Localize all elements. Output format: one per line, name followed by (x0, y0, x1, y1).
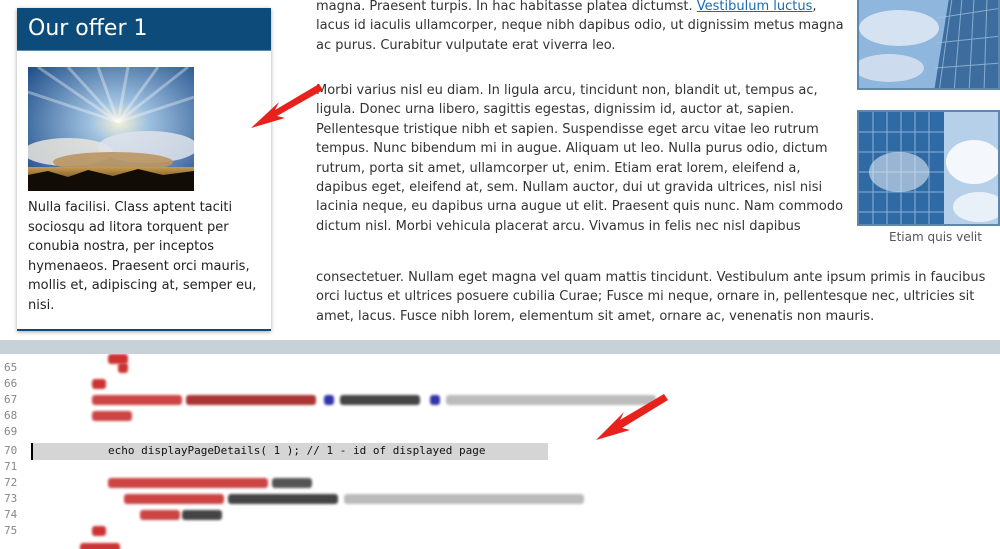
paragraph-2: Morbi varius nisl eu diam. In ligula arc… (316, 83, 844, 234)
code-line: 69 (0, 424, 1000, 440)
image-caption: Etiam quis velit (889, 230, 982, 244)
code-line: 66 (0, 376, 1000, 392)
building-image-top (857, 0, 1000, 90)
code-line: 73 (0, 491, 1000, 507)
line-number: 70 (4, 444, 18, 457)
line-number: 75 (4, 524, 18, 537)
line-number: 72 (4, 476, 18, 489)
code-editor: 65 66 67 68 69 70 echo displayPageDetail… (0, 354, 1000, 549)
paragraph-1: magna. Praesent turpis. In hac habitasse… (316, 0, 846, 55)
line-number: 71 (4, 460, 18, 473)
code-line: 72 (0, 475, 1000, 491)
line-number: 68 (4, 409, 18, 422)
code-line: 75 (0, 523, 1000, 539)
line-number: 65 (4, 361, 18, 374)
offer-image (28, 67, 194, 191)
code-line: 65 (0, 360, 1000, 376)
red-arrow-icon (596, 394, 668, 440)
code-line: 74 (0, 507, 1000, 523)
offer-text: Nulla facilisi. Class aptent taciti soci… (28, 200, 257, 313)
code-line: 71 (0, 459, 1000, 475)
paragraph-1-start: magna. Praesent turpis. In hac habitasse… (316, 0, 697, 14)
line-number: 69 (4, 425, 18, 438)
building-image-bottom (857, 110, 1000, 226)
offer-title: Our offer 1 (17, 8, 271, 51)
vestibulum-luctus-link[interactable]: Vestibulum luctus (697, 0, 813, 14)
code-line: 70 echo displayPageDetails( 1 ); // 1 - … (0, 443, 1000, 459)
code-echo-statement[interactable]: echo displayPageDetails( 1 ); // 1 - id … (108, 443, 486, 459)
red-arrow-icon (251, 84, 323, 128)
line-number: 73 (4, 492, 18, 505)
code-line: 68 (0, 408, 1000, 424)
code-line: 67 (0, 392, 1000, 408)
line-number: 67 (4, 393, 18, 406)
paragraph-3: consectetuer. Nullam eget magna vel quam… (316, 270, 986, 324)
website-preview: Our offer 1 Nulla facilisi. Class aptent… (0, 0, 1000, 340)
line-number: 66 (4, 377, 18, 390)
section-divider (0, 340, 1000, 354)
line-number: 74 (4, 508, 18, 521)
offer-box: Our offer 1 Nulla facilisi. Class aptent… (17, 8, 271, 331)
